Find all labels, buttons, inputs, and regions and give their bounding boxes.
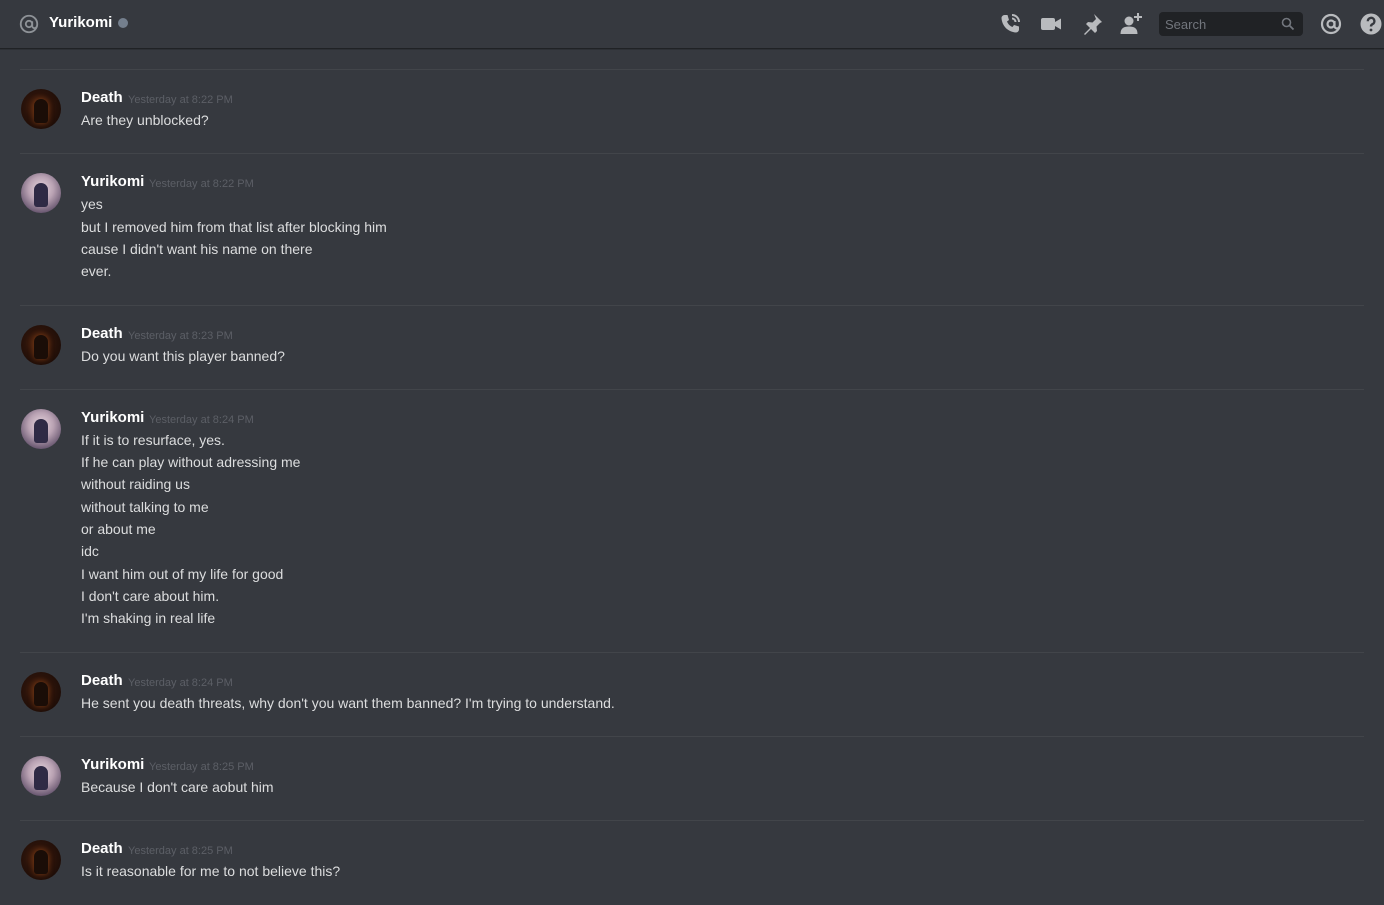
message-timestamp: Yesterday at 8:25 PM — [128, 845, 233, 858]
death-avatar[interactable] — [21, 671, 61, 712]
death-avatar[interactable] — [21, 89, 61, 129]
add-friend-icon[interactable] — [1119, 12, 1143, 36]
message-text: without talking to me — [81, 498, 209, 515]
message-text: I want him out of my life for good — [81, 565, 284, 582]
message-group: Death Yesterday at 8:22 PM Are they unbloc… — [20, 69, 1364, 154]
pin-icon[interactable] — [1080, 12, 1104, 36]
message-group: Death Yesterday at 8:24 PM He sent you dea… — [20, 651, 1364, 737]
message-group: Yurikomi Yesterday at 8:25 PM Because I do… — [20, 735, 1364, 821]
message-timestamp: Yesterday at 8:25 PM — [149, 760, 254, 773]
message-timestamp: Yesterday at 8:22 PM — [149, 178, 254, 191]
message-group: Death Yesterday at 8:25 PM Is it reasonabl… — [20, 820, 1364, 905]
message-author[interactable]: Death — [81, 325, 123, 342]
video-icon[interactable] — [1039, 12, 1063, 36]
message-timestamp: Yesterday at 8:24 PM — [149, 413, 254, 426]
mentions-icon[interactable] — [1319, 12, 1343, 36]
message-text: I'm shaking in real life — [81, 610, 216, 627]
message-author[interactable]: Yurikomi — [81, 173, 144, 190]
death-avatar[interactable] — [21, 840, 61, 881]
message-text: If he can play without adressing me — [81, 454, 301, 471]
message-timestamp: Yesterday at 8:24 PM — [128, 676, 233, 689]
channel-title: Yurikomi — [49, 14, 113, 31]
message-text: He sent you death threats, why don't you… — [81, 694, 615, 711]
message-text: yes — [81, 196, 103, 213]
message-list: Death Yesterday at 8:22 PM Are they unbloc… — [0, 48, 1384, 890]
search-icon — [1281, 17, 1295, 31]
message-author[interactable]: Death — [81, 840, 123, 857]
yurikomi-avatar[interactable] — [21, 173, 61, 214]
message-text: but I removed him from that list after b… — [81, 218, 387, 235]
message-group: Death Yesterday at 8:23 PM Do you want thi… — [20, 304, 1364, 390]
message-text: ever. — [81, 263, 112, 280]
message-timestamp: Yesterday at 8:22 PM — [128, 94, 233, 106]
channel-header: Yurikomi — [0, 0, 1384, 48]
message-text: idc — [81, 543, 99, 560]
message-text: Because I don't care aobut him — [81, 778, 274, 795]
message-timestamp: Yesterday at 8:23 PM — [128, 329, 233, 342]
yurikomi-avatar[interactable] — [21, 408, 61, 449]
call-icon[interactable] — [998, 12, 1022, 36]
message-group: Yurikomi Yesterday at 8:24 PM If it is to … — [20, 388, 1364, 653]
message-author[interactable]: Yurikomi — [81, 409, 144, 426]
message-text: I don't care about him. — [81, 587, 220, 604]
message-text: cause I didn't want his name on there — [81, 240, 313, 257]
message-group: Yurikomi Yesterday at 8:22 PM yes but I rem… — [20, 153, 1364, 305]
message-text: without raiding us — [81, 476, 190, 493]
message-author[interactable]: Yurikomi — [81, 756, 144, 773]
death-avatar[interactable] — [21, 324, 61, 365]
message-author[interactable]: Death — [81, 672, 123, 689]
search-box[interactable] — [1159, 12, 1303, 36]
search-input[interactable] — [1165, 12, 1275, 36]
at-icon — [19, 14, 39, 34]
status-offline-indicator — [118, 18, 128, 28]
message-text: If it is to resurface, yes. — [81, 431, 225, 448]
message-author[interactable]: Death — [81, 89, 123, 106]
help-icon[interactable] — [1359, 12, 1383, 36]
message-text: Do you want this player banned? — [81, 347, 285, 364]
yurikomi-avatar[interactable] — [21, 755, 61, 796]
message-text: Is it reasonable for me to not believe t… — [81, 863, 341, 880]
message-text: Are they unblocked? — [81, 112, 209, 128]
message-text: or about me — [81, 520, 156, 537]
